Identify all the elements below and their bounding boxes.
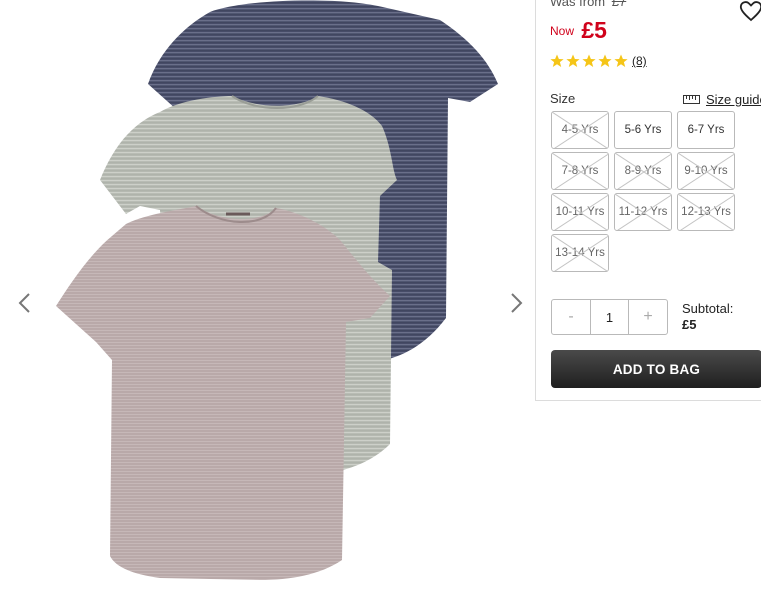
size-option-12-13: 12-13 Yrs xyxy=(677,193,735,231)
star-icon xyxy=(582,54,596,67)
size-option-8-9: 8-9 Yrs xyxy=(614,152,672,190)
unavailable-cross-icon xyxy=(678,153,734,189)
chevron-left-icon xyxy=(18,293,30,313)
rating-row[interactable]: (8) xyxy=(550,53,647,69)
add-to-bag-button[interactable]: ADD TO BAG xyxy=(551,350,761,388)
size-option-6-7[interactable]: 6-7 Yrs xyxy=(677,111,735,149)
now-price: £5 xyxy=(581,17,607,43)
review-count-link[interactable]: (8) xyxy=(632,54,647,68)
quantity-increase-button[interactable]: + xyxy=(629,300,667,334)
size-label: Size xyxy=(550,91,576,106)
now-price-row: Now £5 xyxy=(550,17,607,44)
size-guide-link[interactable]: Size guide xyxy=(683,92,761,107)
size-option-13-14: 13-14 Yrs xyxy=(551,234,609,272)
was-label: Was from xyxy=(550,0,606,9)
quantity-decrease-button[interactable]: - xyxy=(552,300,590,334)
ruler-icon xyxy=(683,95,700,104)
unavailable-cross-icon xyxy=(615,194,671,230)
subtotal-label: Subtotal: xyxy=(682,301,734,316)
size-option-5-6[interactable]: 5-6 Yrs xyxy=(614,111,672,149)
subtotal-value: £5 xyxy=(682,317,697,332)
star-icon xyxy=(566,54,580,67)
chevron-right-icon xyxy=(511,293,523,313)
size-option-9-10: 9-10 Yrs xyxy=(677,152,735,190)
size-option-10-11: 10-11 Yrs xyxy=(551,193,609,231)
mauve-tshirt xyxy=(56,206,390,580)
subtotal: Subtotal: £5 xyxy=(682,301,733,333)
star-icon xyxy=(614,54,628,67)
size-option-4-5: 4-5 Yrs xyxy=(551,111,609,149)
unavailable-cross-icon xyxy=(552,235,608,271)
next-image-button[interactable] xyxy=(505,288,529,318)
unavailable-cross-icon xyxy=(552,112,608,148)
unavailable-cross-icon xyxy=(552,194,608,230)
heart-icon xyxy=(739,1,761,22)
was-price: £7 xyxy=(611,0,627,9)
was-price-row: Was from £7 xyxy=(550,0,626,9)
unavailable-cross-icon xyxy=(678,194,734,230)
unavailable-cross-icon xyxy=(615,153,671,189)
size-option-7-8: 7-8 Yrs xyxy=(551,152,609,190)
star-rating xyxy=(550,54,628,68)
now-label: Now xyxy=(550,24,575,38)
size-guide-label: Size guide xyxy=(706,92,761,107)
quantity-stepper: - 1 + xyxy=(551,299,668,335)
star-icon xyxy=(550,54,564,67)
wishlist-button[interactable] xyxy=(738,0,761,24)
unavailable-cross-icon xyxy=(552,153,608,189)
previous-image-button[interactable] xyxy=(12,288,36,318)
product-image-gallery xyxy=(0,0,535,595)
quantity-input[interactable]: 1 xyxy=(590,300,629,334)
product-purchase-panel: Was from £7 Now £5 (8) Size Size guide 5… xyxy=(535,0,761,401)
star-icon xyxy=(598,54,612,67)
product-image xyxy=(56,0,498,580)
size-option-11-12: 11-12 Yrs xyxy=(614,193,672,231)
